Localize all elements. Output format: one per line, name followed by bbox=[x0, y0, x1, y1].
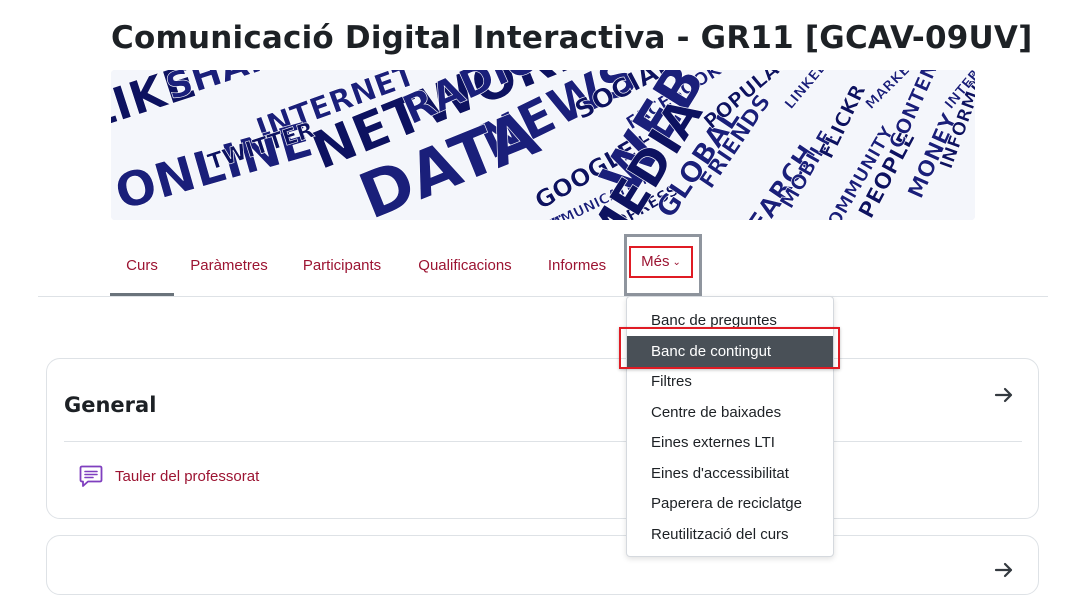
course-secondary-navigation: Curs Paràmetres Participants Qualificaci… bbox=[38, 234, 1048, 297]
activity-label: Tauler del professorat bbox=[115, 467, 260, 485]
nav-tab-informes[interactable]: Informes bbox=[538, 238, 616, 294]
chevron-down-icon: ⌄ bbox=[672, 257, 681, 268]
section-title: General bbox=[64, 393, 157, 417]
activity-tauler-professorat[interactable]: Tauler del professorat bbox=[78, 461, 259, 491]
menu-item-centre-baixades[interactable]: Centre de baixades bbox=[627, 397, 833, 428]
menu-item-banc-preguntes[interactable]: Banc de preguntes bbox=[627, 305, 833, 336]
course-banner-image: LIKESHAREINTERNETNETWORKRADIONEWSSOCIALO… bbox=[111, 70, 975, 220]
nav-tab-curs[interactable]: Curs bbox=[110, 238, 174, 296]
more-menu-label: Més bbox=[641, 253, 670, 270]
menu-item-filtres[interactable]: Filtres bbox=[627, 366, 833, 397]
nav-tab-participants[interactable]: Participants bbox=[290, 238, 394, 294]
nav-tab-parametres[interactable]: Paràmetres bbox=[178, 238, 280, 294]
menu-item-eines-lti[interactable]: Eines externes LTI bbox=[627, 427, 833, 458]
menu-item-reutilitzacio[interactable]: Reutilització del curs bbox=[627, 519, 833, 550]
course-section-2 bbox=[46, 535, 1039, 595]
section-divider bbox=[64, 441, 1022, 442]
course-section-general: General Tauler del professorat bbox=[46, 358, 1039, 519]
nav-tab-qualificacions[interactable]: Qualificacions bbox=[406, 238, 524, 294]
menu-item-paperera[interactable]: Paperera de reciclatge bbox=[627, 488, 833, 519]
course-title: Comunicació Digital Interactiva - GR11 [… bbox=[111, 20, 1033, 56]
arrow-right-icon[interactable] bbox=[992, 558, 1016, 582]
arrow-right-icon[interactable] bbox=[992, 383, 1016, 407]
more-menu-button[interactable]: Més ⌄ bbox=[629, 246, 693, 278]
more-dropdown-menu: Banc de preguntes Banc de contingut Filt… bbox=[626, 296, 834, 557]
menu-item-banc-contingut[interactable]: Banc de contingut bbox=[627, 336, 833, 367]
forum-icon bbox=[79, 465, 103, 487]
menu-item-eines-accessibilitat[interactable]: Eines d'accessibilitat bbox=[627, 458, 833, 489]
